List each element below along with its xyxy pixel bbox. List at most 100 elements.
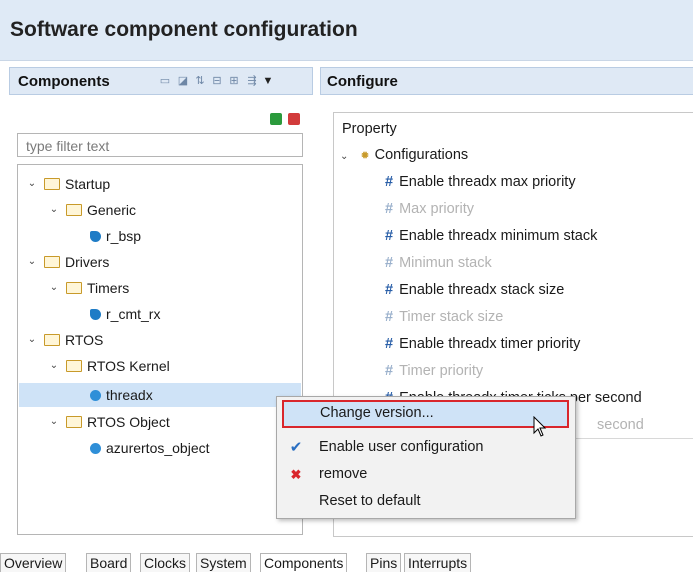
tree-item-label: Drivers: [65, 254, 110, 270]
tree-item-rtos-object[interactable]: ⌄ RTOS Object: [48, 409, 170, 435]
chevron-down-icon[interactable]: ⌄: [26, 249, 38, 275]
configure-pane-title: Configure: [327, 73, 398, 90]
folder-icon: [66, 360, 82, 373]
menu-item-change-version[interactable]: Change version...: [282, 400, 569, 428]
tree-item-r-bsp[interactable]: r_bsp: [90, 223, 141, 249]
property-label: Enable threadx timer priority: [399, 336, 581, 352]
property-label: Minimun stack: [399, 255, 492, 271]
tree-item-label: r_cmt_rx: [106, 306, 161, 322]
property-label: second: [597, 417, 644, 433]
folder-icon: [44, 334, 60, 347]
menu-item-label: Reset to default: [319, 493, 421, 509]
tree-item-label: RTOS Kernel: [87, 358, 170, 374]
tree-item-rtos[interactable]: ⌄ RTOS: [26, 327, 104, 353]
tab-components[interactable]: Components: [260, 553, 348, 572]
folder-icon: [44, 256, 60, 269]
hash-icon: #: [385, 363, 394, 379]
minimize-icon[interactable]: ⊟: [211, 75, 223, 87]
menu-item-reset-to-default[interactable]: Reset to default: [277, 488, 575, 515]
tree-item-label: RTOS Object: [87, 414, 170, 430]
tree-item-label: r_bsp: [106, 228, 142, 244]
component-icon: [90, 308, 101, 320]
property-label: Enable threadx minimum stack: [399, 228, 598, 244]
chevron-down-icon[interactable]: ⌄: [48, 275, 60, 301]
folder-icon: [66, 204, 82, 217]
tab-system[interactable]: System: [196, 553, 251, 572]
component-tree[interactable]: ⌄ Startup ⌄ Generic r_bsp ⌄ Drivers ⌄ Ti…: [17, 164, 303, 535]
hash-icon: #: [385, 309, 394, 325]
view-menu-icon[interactable]: ⇶: [246, 75, 258, 87]
selection-highlight: [19, 383, 301, 407]
context-menu: Change version... ✔ Enable user configur…: [276, 396, 576, 519]
component-icon: [90, 389, 101, 401]
property-row[interactable]: # Enable threadx max priority: [385, 169, 576, 196]
chevron-down-icon[interactable]: ⌄: [26, 171, 38, 197]
property-row: second: [597, 412, 644, 439]
folder-icon: [66, 416, 82, 429]
filter-input[interactable]: [24, 135, 298, 157]
folder-icon: [44, 178, 60, 191]
tree-item-label: threadx: [106, 387, 153, 403]
menu-item-label: Change version...: [320, 405, 434, 421]
chevron-down-icon[interactable]: ⌄: [48, 353, 60, 379]
menu-item-enable-user-configuration[interactable]: ✔ Enable user configuration: [277, 434, 575, 461]
chevron-down-icon[interactable]: ▼: [262, 75, 274, 87]
tree-item-r-cmt-rx[interactable]: r_cmt_rx: [90, 301, 160, 327]
tree-item-rtos-kernel[interactable]: ⌄ RTOS Kernel: [48, 353, 170, 379]
property-row[interactable]: # Enable threadx minimum stack: [385, 223, 597, 250]
tree-item-label: RTOS: [65, 332, 104, 348]
expand-all-icon[interactable]: ◪: [177, 75, 189, 87]
property-row: # Timer priority: [385, 358, 483, 385]
menu-item-remove[interactable]: ✖ remove: [277, 461, 575, 488]
components-pane-title: Components: [18, 73, 110, 90]
hash-icon: #: [385, 174, 394, 190]
tree-item-label: Timers: [87, 280, 130, 296]
tree-item-threadx[interactable]: threadx: [90, 382, 153, 408]
sort-icon[interactable]: ⇅: [194, 75, 206, 87]
component-icon: [90, 230, 101, 242]
tree-item-label: azurertos_object: [106, 440, 210, 456]
hash-icon: #: [385, 201, 394, 217]
property-row[interactable]: # Enable threadx stack size: [385, 277, 564, 304]
property-row: # Timer stack size: [385, 304, 503, 331]
property-label: Timer priority: [399, 363, 484, 379]
tab-overview[interactable]: Overview: [0, 553, 67, 572]
tree-item-drivers[interactable]: ⌄ Drivers: [26, 249, 110, 275]
maximize-icon[interactable]: ⊞: [228, 75, 240, 87]
collapse-all-icon[interactable]: ▭: [159, 75, 171, 87]
property-label: Timer stack size: [399, 309, 504, 325]
chevron-down-icon[interactable]: ⌄: [48, 409, 60, 435]
chevron-down-icon[interactable]: ⌄: [48, 197, 60, 223]
property-row[interactable]: # Enable threadx timer priority: [385, 331, 580, 358]
tab-pins[interactable]: Pins: [366, 553, 402, 572]
chevron-down-icon[interactable]: ⌄: [26, 327, 38, 353]
property-label: Enable threadx stack size: [399, 282, 565, 298]
gear-icon: ✹: [360, 150, 370, 162]
filter-field[interactable]: [17, 133, 303, 157]
tree-item-startup[interactable]: ⌄ Startup: [26, 171, 110, 197]
tab-clocks[interactable]: Clocks: [140, 553, 191, 572]
folder-icon: [66, 282, 82, 295]
tab-interrupts[interactable]: Interrupts: [404, 553, 472, 572]
hash-icon: #: [385, 228, 394, 244]
window-title: Software component configuration: [10, 18, 358, 41]
mouse-cursor-icon: [533, 416, 547, 437]
component-icon: [90, 442, 101, 454]
property-label: Enable threadx max priority: [399, 174, 576, 190]
check-icon: ✔: [289, 439, 303, 456]
tree-item-azurertos-object[interactable]: azurertos_object: [90, 435, 210, 461]
tree-item-label: Generic: [87, 202, 137, 218]
tree-item-timers[interactable]: ⌄ Timers: [48, 275, 129, 301]
tab-board[interactable]: Board: [86, 553, 132, 572]
tree-item-generic[interactable]: ⌄ Generic: [48, 197, 136, 223]
group-configurations[interactable]: ⌄ ✹ Configurations: [340, 142, 468, 169]
menu-item-label: Enable user configuration: [319, 439, 484, 455]
bottom-tab-bar: Overview Board Clocks System Components …: [0, 553, 693, 572]
add-component-icon[interactable]: [270, 113, 282, 125]
property-label: Max priority: [399, 201, 475, 217]
property-row: # Max priority: [385, 196, 474, 223]
remove-component-icon[interactable]: [288, 113, 300, 125]
tree-item-label: Startup: [65, 176, 111, 192]
hash-icon: #: [385, 282, 394, 298]
chevron-down-icon[interactable]: ⌄: [340, 151, 348, 162]
